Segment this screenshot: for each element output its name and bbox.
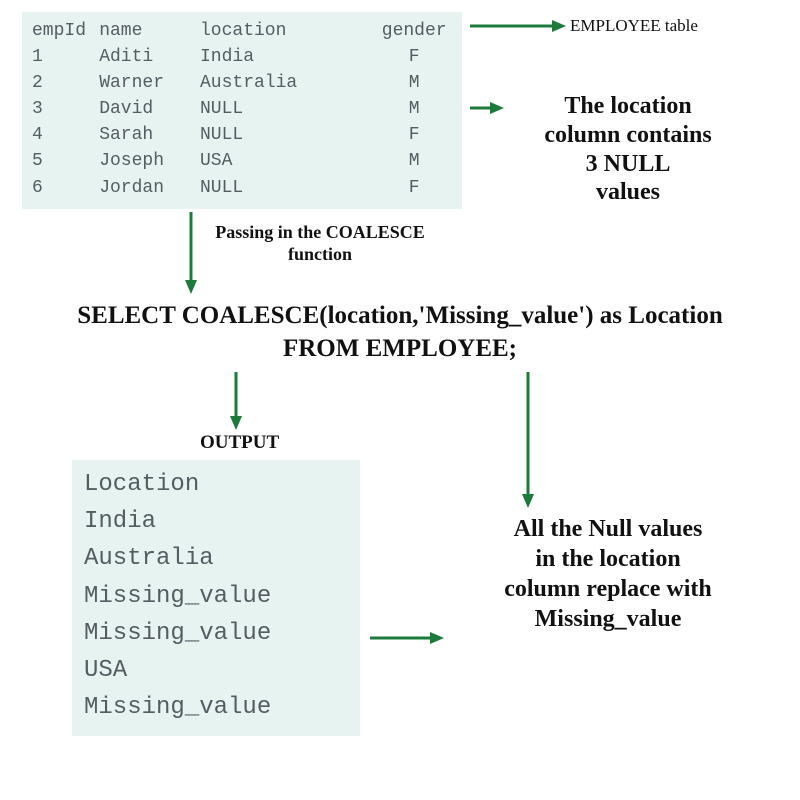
col-name: name <box>99 18 200 44</box>
replace-note-line: Missing_value <box>458 604 758 634</box>
sql-line: SELECT COALESCE(location,'Missing_value'… <box>20 300 780 333</box>
cell-name: Joseph <box>99 148 200 174</box>
arrow-right-icon <box>368 630 446 646</box>
cell-location: USA <box>200 148 376 174</box>
null-count-line: The location <box>564 93 691 119</box>
table-row: 2 Warner Australia M <box>32 70 452 96</box>
col-gender: gender <box>376 18 452 44</box>
table-row: 3 David NULL M <box>32 96 452 122</box>
cell-emp-id: 3 <box>32 96 99 122</box>
replace-note: All the Null values in the location colu… <box>458 514 758 634</box>
cell-gender: F <box>376 122 452 148</box>
cell-emp-id: 2 <box>32 70 99 96</box>
cell-gender: M <box>376 70 452 96</box>
cell-location: Australia <box>200 70 376 96</box>
cell-name: David <box>99 96 200 122</box>
cell-gender: M <box>376 148 452 174</box>
arrow-down-icon <box>520 370 536 510</box>
replace-note-line: All the Null values <box>458 514 758 544</box>
output-header: Location <box>84 466 348 503</box>
employee-table-label: EMPLOYEE table <box>570 16 698 36</box>
cell-emp-id: 1 <box>32 44 99 70</box>
cell-location: NULL <box>200 175 376 201</box>
output-row: Missing_value <box>84 689 348 726</box>
sql-line: FROM EMPLOYEE; <box>20 333 780 366</box>
output-row: Missing_value <box>84 578 348 615</box>
cell-location: NULL <box>200 96 376 122</box>
cell-name: Aditi <box>99 44 200 70</box>
col-location: location <box>200 18 376 44</box>
cell-name: Warner <box>99 70 200 96</box>
cell-gender: M <box>376 96 452 122</box>
sql-query: SELECT COALESCE(location,'Missing_value'… <box>20 300 780 365</box>
cell-name: Jordan <box>99 175 200 201</box>
output-row: India <box>84 503 348 540</box>
table-row: 5 Joseph USA M <box>32 148 452 174</box>
passing-caption-line: Passing in the COALESCE <box>205 222 435 244</box>
table-header-row: empId name location gender <box>32 18 452 44</box>
employee-table: empId name location gender 1 Aditi India… <box>22 12 462 209</box>
output-row: Australia <box>84 540 348 577</box>
cell-emp-id: 4 <box>32 122 99 148</box>
arrow-down-icon <box>228 370 244 432</box>
cell-location: India <box>200 44 376 70</box>
output-row: USA <box>84 652 348 689</box>
cell-emp-id: 6 <box>32 175 99 201</box>
cell-gender: F <box>376 44 452 70</box>
replace-note-line: in the location <box>458 544 758 574</box>
arrow-down-icon <box>183 210 199 296</box>
cell-location: NULL <box>200 122 376 148</box>
table-row: 4 Sarah NULL F <box>32 122 452 148</box>
null-count-note: The location column contains 3 NULL valu… <box>498 92 758 207</box>
null-count-line: column contains <box>544 122 711 148</box>
passing-caption: Passing in the COALESCE function <box>205 222 435 265</box>
output-label: OUTPUT <box>200 432 279 454</box>
output-table: Location India Australia Missing_value M… <box>72 460 360 736</box>
arrow-right-icon <box>468 18 568 34</box>
null-count-line: values <box>596 179 660 205</box>
output-row: Missing_value <box>84 615 348 652</box>
table-row: 1 Aditi India F <box>32 44 452 70</box>
null-count-line: 3 NULL <box>586 151 671 177</box>
replace-note-line: column replace with <box>458 574 758 604</box>
cell-emp-id: 5 <box>32 148 99 174</box>
passing-caption-line: function <box>205 244 435 266</box>
table-row: 6 Jordan NULL F <box>32 175 452 201</box>
cell-gender: F <box>376 175 452 201</box>
cell-name: Sarah <box>99 122 200 148</box>
col-emp-id: empId <box>32 18 99 44</box>
